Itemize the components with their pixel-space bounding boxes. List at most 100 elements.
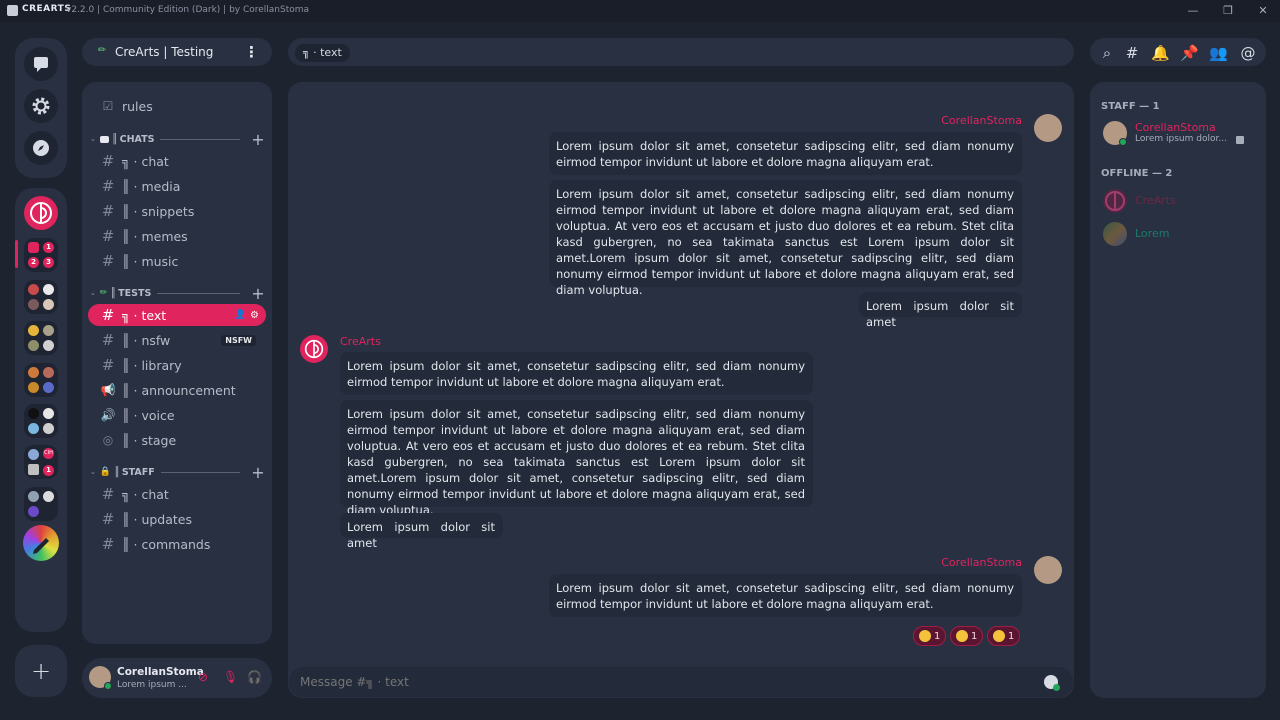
reaction-chip[interactable]: 1 [987, 626, 1021, 646]
server-thumb [28, 284, 39, 295]
server-thumb [28, 464, 39, 475]
server-thumb [43, 284, 54, 295]
pencil-icon [33, 538, 49, 554]
channel-chat[interactable]: # ╗ · chat [88, 150, 266, 172]
message-author[interactable]: CorellanStoma [900, 114, 1022, 127]
server-name: CreArts | Testing [115, 45, 214, 59]
app-logo-icon [7, 5, 18, 16]
add-server-button[interactable]: + [28, 658, 54, 684]
member-avatar[interactable] [1103, 189, 1127, 213]
message-author[interactable]: CreArts [340, 335, 381, 348]
category-chats[interactable]: ⌄ ║ CHATS + [90, 130, 266, 149]
server-menu-button[interactable]: ⋮ [244, 43, 259, 61]
channel-library[interactable]: # ║ · library [88, 354, 266, 376]
member-avatar[interactable] [1103, 222, 1127, 246]
unread-badge: 2 [28, 257, 39, 268]
add-channel-button[interactable]: + [250, 130, 266, 149]
member-status: Lorem ipsum dolor... [1135, 134, 1227, 144]
unread-badge: 1 [43, 465, 54, 476]
online-status-icon [104, 682, 112, 690]
channel-nsfw[interactable]: # ║ · nsfw NSFW [88, 329, 266, 351]
server-thumb [43, 325, 54, 336]
server-folder-7[interactable] [24, 487, 58, 521]
server-crearts[interactable] [24, 196, 58, 230]
server-folder-4[interactable] [24, 363, 58, 397]
channel-music[interactable]: # ║ · music [88, 250, 266, 272]
channel-snippets[interactable]: # ║ · snippets [88, 200, 266, 222]
channel-updates[interactable]: # ║ · updates [88, 508, 266, 530]
add-channel-button[interactable]: + [250, 463, 266, 482]
server-thumb [28, 382, 39, 393]
channel-header [288, 38, 1074, 66]
author-avatar[interactable] [1034, 114, 1062, 142]
server-thumb [28, 299, 39, 310]
close-button[interactable]: ✕ [1248, 2, 1278, 20]
author-avatar[interactable] [300, 335, 328, 363]
channel-staff-chat[interactable]: # ╗ · chat [88, 483, 266, 505]
explore-button[interactable] [24, 131, 58, 165]
maximize-button[interactable]: ❐ [1213, 2, 1243, 20]
category-staff[interactable]: ⌄ 🔒 ║ STAFF + [90, 463, 266, 482]
camera-off-icon[interactable]: ⊘ [198, 670, 208, 684]
hash-icon: # [101, 227, 115, 245]
nsfw-tag: NSFW [221, 334, 256, 346]
settings-button[interactable] [24, 89, 58, 123]
pin-icon[interactable]: 📌 [1180, 44, 1199, 62]
headphones-icon[interactable]: 🎧 [247, 670, 262, 684]
channel-rules[interactable]: ☑ rules [88, 95, 266, 117]
message-author[interactable]: CorellanStoma [900, 556, 1022, 569]
divider [160, 471, 240, 473]
server-thumb [28, 491, 39, 502]
channel-voice[interactable]: 🔊 ║ · voice [88, 404, 266, 426]
checkbox-icon: ☑ [102, 99, 114, 113]
channel-memes[interactable]: # ║ · memes [88, 225, 266, 247]
member-name[interactable]: Lorem [1135, 227, 1169, 240]
server-folder-6[interactable]: CIH 1 [24, 445, 58, 479]
threads-icon[interactable]: # [1123, 44, 1141, 62]
minimize-button[interactable]: — [1178, 2, 1208, 20]
category-tests[interactable]: ⌄ ✏ ║ TESTS + [90, 284, 266, 303]
active-server-indicator [15, 240, 18, 268]
mention-icon[interactable]: @ [1239, 44, 1257, 62]
add-member-icon[interactable]: 👤 [235, 310, 246, 320]
server-thumb [43, 423, 54, 434]
member-name[interactable]: CreArts [1135, 194, 1176, 207]
search-icon[interactable]: ⌕ [1098, 44, 1116, 62]
server-thumb [28, 367, 39, 378]
member-name[interactable]: CorellanStoma [1135, 121, 1216, 134]
channel-text-selected[interactable]: # ╗ · text 👤 ⚙ [88, 304, 266, 326]
server-thumb [43, 299, 54, 310]
members-icon[interactable]: 👥 [1209, 44, 1228, 62]
unread-badge: 1 [43, 242, 54, 253]
direct-messages-button[interactable] [24, 47, 58, 81]
channel-media[interactable]: # ║ · media [88, 175, 266, 197]
server-folder-2[interactable] [24, 280, 58, 314]
server-thumb [43, 382, 54, 393]
chevron-down-icon: ⌄ [90, 289, 96, 297]
chat-bubble-icon [34, 57, 48, 72]
server-thumb [28, 423, 39, 434]
bell-icon[interactable]: 🔔 [1151, 44, 1170, 62]
server-folder-3[interactable] [24, 321, 58, 355]
stage-icon: ◎ [102, 433, 114, 447]
message-input[interactable] [300, 672, 1020, 692]
message-bubble: Lorem ipsum dolor sit amet, consetetur s… [340, 352, 813, 395]
channel-stage[interactable]: ◎ ║ · stage [88, 429, 266, 451]
gear-icon[interactable]: ⚙ [250, 310, 259, 321]
author-avatar[interactable] [1034, 556, 1062, 584]
server-rainbow[interactable] [23, 525, 59, 561]
reaction-chip[interactable]: 1 [950, 626, 984, 646]
server-thumb [43, 367, 54, 378]
gear-icon [32, 97, 50, 115]
add-icon [1053, 684, 1060, 691]
server-folder-5[interactable] [24, 404, 58, 438]
chevron-down-icon: ⌄ [90, 468, 96, 476]
megaphone-icon: 📢 [100, 383, 116, 397]
add-channel-button[interactable]: + [250, 284, 266, 303]
channel-commands[interactable]: # ║ · commands [88, 533, 266, 555]
server-folder-1[interactable]: 1 2 3 [24, 238, 58, 272]
channel-announcement[interactable]: 📢 ║ · announcement [88, 379, 266, 401]
hash-icon: # [101, 535, 115, 553]
mic-muted-icon[interactable]: 🎙 [223, 670, 238, 684]
reaction-chip[interactable]: 1 [913, 626, 947, 646]
